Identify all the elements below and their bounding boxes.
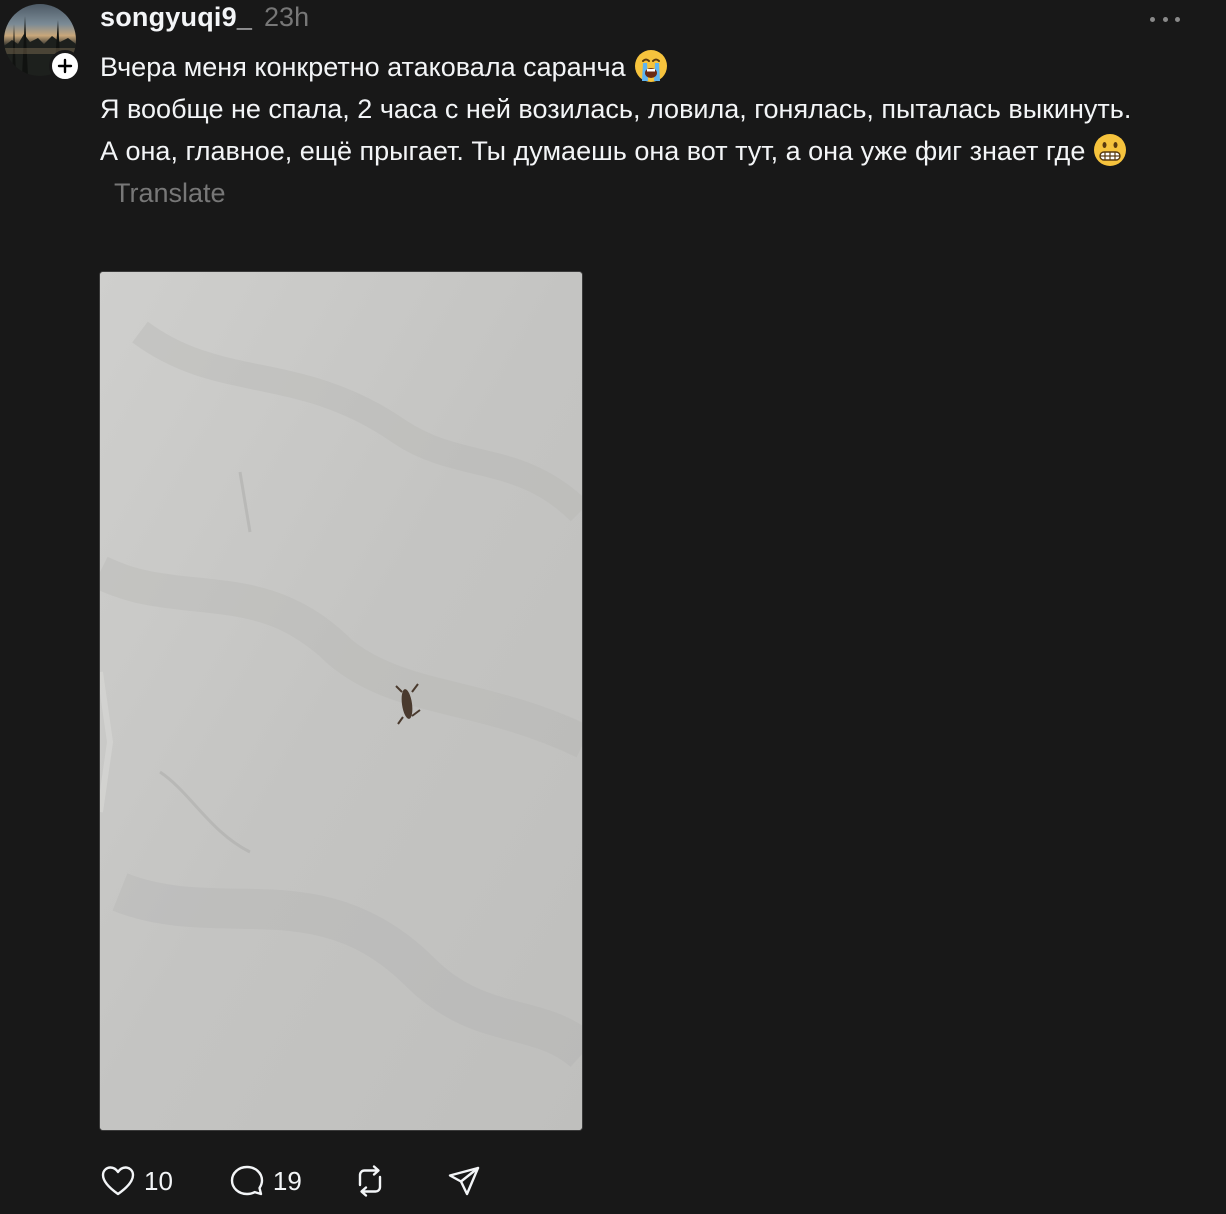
post-header: songyuqi9_ 23h (100, 2, 309, 38)
thread-post: songyuqi9_ 23h Вчера меня конкретно атак… (0, 0, 1226, 1214)
repost-icon (358, 1165, 382, 1197)
share-icon (448, 1166, 480, 1196)
more-dot (1162, 16, 1168, 22)
post-text: Вчера меня конкретно атаковала саранча Я… (100, 46, 1200, 214)
loudly-crying-face-icon (634, 50, 667, 82)
post-line-text: А она, главное, ещё прыгает. Ты думаешь … (100, 136, 1086, 166)
username[interactable]: songyuqi9_ (100, 2, 252, 33)
timestamp[interactable]: 23h (264, 2, 309, 33)
post-line: А она, главное, ещё прыгает. Ты думаешь … (100, 130, 1200, 214)
video-frame-image (100, 272, 582, 1130)
more-dot (1175, 16, 1180, 22)
repost-button[interactable] (352, 1163, 388, 1199)
comment-button[interactable]: 19 (229, 1163, 302, 1199)
post-line: Я вообще не спала, 2 часа с ней возилась… (100, 88, 1200, 130)
share-button[interactable] (446, 1163, 482, 1199)
post-line: Вчера меня конкретно атаковала саранча (100, 46, 1200, 88)
grimacing-face-icon (1094, 134, 1127, 166)
plus-icon (57, 58, 73, 74)
more-icon[interactable] (1150, 10, 1180, 28)
post-line-text: Вчера меня конкретно атаковала саранча (100, 52, 626, 82)
like-button[interactable]: 10 (100, 1163, 173, 1199)
comment-icon (230, 1165, 264, 1196)
action-bar: 10 19 (100, 1160, 482, 1202)
translate-link[interactable]: Translate (114, 178, 226, 208)
post-line-text: Я вообще не спала, 2 часа с ней возилась… (100, 94, 1132, 124)
like-count: 10 (144, 1165, 173, 1196)
post-video[interactable] (99, 271, 583, 1131)
avatar-container[interactable] (4, 4, 81, 82)
comment-count: 19 (272, 1165, 302, 1196)
heart-icon (101, 1166, 135, 1196)
follow-button[interactable] (49, 50, 81, 82)
more-dot (1150, 16, 1155, 22)
